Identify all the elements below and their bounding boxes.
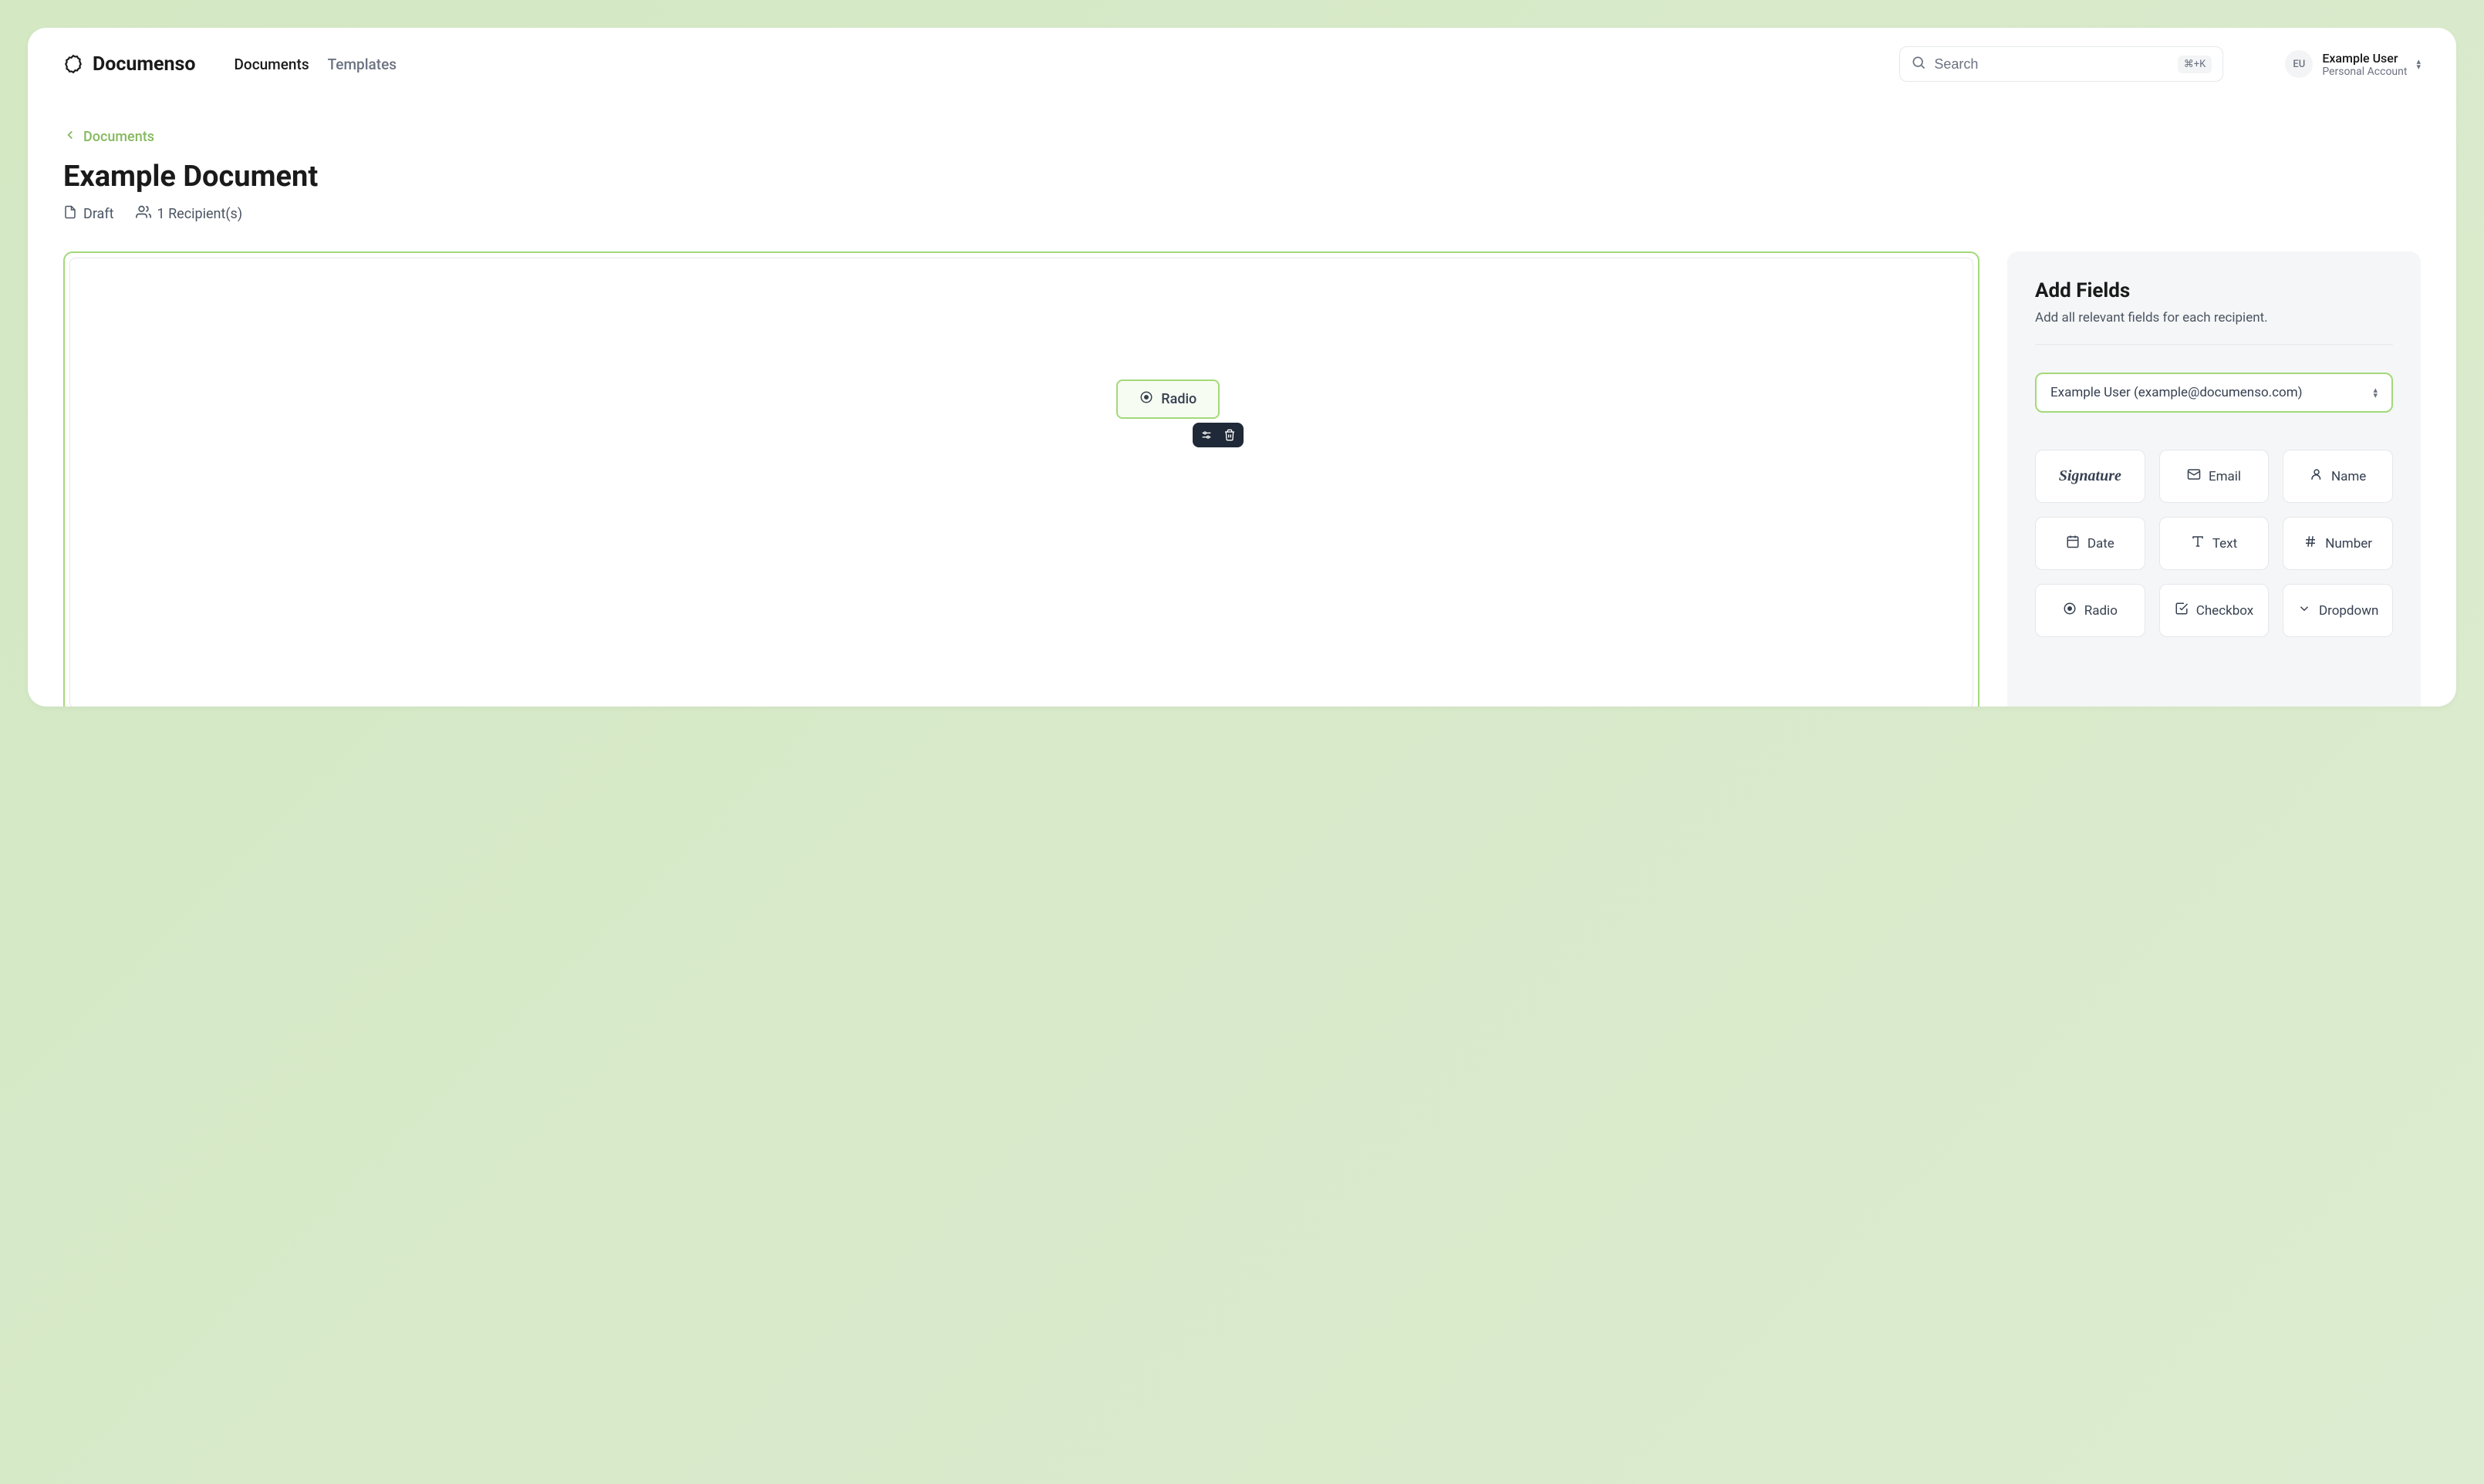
field-date-button[interactable]: Date	[2035, 517, 2145, 570]
nav-documents[interactable]: Documents	[235, 56, 309, 73]
field-label: Radio	[2084, 603, 2118, 619]
users-icon	[136, 204, 151, 224]
recipients-badge: 1 Recipient(s)	[136, 204, 243, 224]
breadcrumb[interactable]: Documents	[63, 128, 2421, 146]
trash-icon[interactable]	[1223, 429, 1236, 441]
content: Documents Example Document Draft 1 Recip…	[28, 128, 2456, 707]
placed-field-radio[interactable]: Radio	[1116, 379, 1220, 419]
sidebar-subtitle: Add all relevant fields for each recipie…	[2035, 310, 2393, 345]
field-name-button[interactable]: Name	[2283, 450, 2393, 503]
field-email-button[interactable]: Email	[2159, 450, 2270, 503]
field-number-button[interactable]: Number	[2283, 517, 2393, 570]
status-badge: Draft	[63, 204, 114, 224]
search-input[interactable]	[1934, 56, 2169, 73]
field-label: Name	[2331, 469, 2366, 484]
app-window: Documenso Documents Templates ⌘+K EU Exa…	[28, 28, 2456, 707]
hash-icon	[2303, 535, 2317, 552]
field-label: Checkbox	[2196, 603, 2253, 619]
file-icon	[63, 205, 77, 223]
user-info: Example User Personal Account	[2322, 51, 2407, 78]
field-checkbox-button[interactable]: Checkbox	[2159, 584, 2270, 637]
search-kbd: ⌘+K	[2178, 56, 2212, 73]
user-menu[interactable]: EU Example User Personal Account ▴▾	[2285, 50, 2421, 78]
radio-icon	[1139, 390, 1153, 408]
user-account: Personal Account	[2322, 66, 2407, 78]
field-dropdown-button[interactable]: Dropdown	[2283, 584, 2393, 637]
user-name: Example User	[2322, 51, 2407, 66]
field-radio-button[interactable]: Radio	[2035, 584, 2145, 637]
sidebar: Add Fields Add all relevant fields for e…	[2007, 251, 2421, 707]
field-actions	[1193, 423, 1244, 447]
main-grid: Radio Add Fields Add all relevant fields…	[63, 251, 2421, 707]
sidebar-title: Add Fields	[2035, 279, 2393, 302]
logo-icon	[63, 54, 83, 74]
meta-row: Draft 1 Recipient(s)	[63, 204, 2421, 224]
recipients-label: 1 Recipient(s)	[157, 206, 243, 222]
checkbox-icon	[2175, 602, 2189, 619]
field-label: Text	[2212, 536, 2237, 551]
radio-icon	[2063, 602, 2077, 619]
field-signature-button[interactable]: Signature	[2035, 450, 2145, 503]
logo[interactable]: Documenso	[63, 53, 196, 76]
nav-links: Documents Templates	[235, 56, 397, 73]
field-text-button[interactable]: Text	[2159, 517, 2270, 570]
search-container[interactable]: ⌘+K	[1899, 46, 2223, 82]
logo-text: Documenso	[93, 53, 196, 76]
nav-templates[interactable]: Templates	[328, 56, 397, 73]
type-icon	[2191, 535, 2205, 552]
field-label: Dropdown	[2319, 603, 2378, 619]
chevron-down-icon	[2297, 602, 2311, 619]
breadcrumb-label: Documents	[83, 129, 154, 145]
document-page[interactable]: Radio	[69, 258, 1973, 707]
page-title: Example Document	[63, 160, 2421, 194]
field-label: Signature	[2059, 467, 2121, 485]
recipient-select[interactable]: Example User (example@documenso.com) ▴▾	[2035, 373, 2393, 413]
chevron-updown-icon: ▴▾	[2416, 59, 2421, 69]
document-canvas[interactable]: Radio	[63, 251, 1979, 707]
mail-icon	[2187, 467, 2201, 485]
field-label: Date	[2087, 536, 2114, 551]
status-label: Draft	[83, 206, 114, 222]
chevron-left-icon	[63, 128, 77, 146]
field-grid: Signature Email Name Date	[2035, 450, 2393, 637]
placed-field-label: Radio	[1161, 391, 1196, 407]
avatar: EU	[2285, 50, 2313, 78]
settings-icon[interactable]	[1200, 429, 1213, 441]
field-label: Number	[2325, 536, 2372, 551]
recipient-value: Example User (example@documenso.com)	[2050, 385, 2303, 400]
field-label: Email	[2209, 469, 2241, 484]
chevron-updown-icon: ▴▾	[2373, 388, 2378, 398]
user-icon	[2310, 467, 2324, 485]
header: Documenso Documents Templates ⌘+K EU Exa…	[28, 28, 2456, 100]
search-icon	[1911, 55, 1926, 73]
calendar-icon	[2066, 535, 2080, 552]
